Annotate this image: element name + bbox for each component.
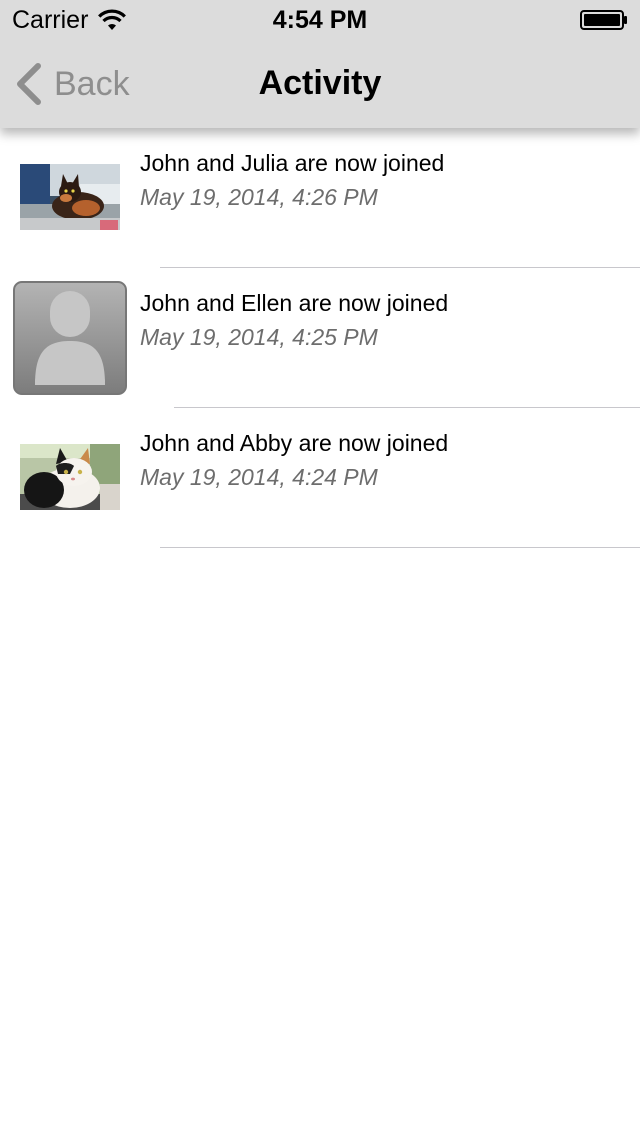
row-separator (160, 547, 640, 548)
activity-date: May 19, 2014, 4:26 PM (140, 184, 378, 210)
activity-title: John and Ellen are now joined (140, 290, 449, 316)
avatar (13, 281, 127, 395)
header: Carrier 4:54 PM Back Activity (0, 0, 640, 128)
clock: 4:54 PM (272, 6, 368, 34)
navigation-bar: Back Activity (0, 40, 640, 128)
list-item[interactable]: John and Julia are now joined May 19, 20… (0, 128, 640, 268)
battery-icon (580, 10, 627, 30)
cat-photo-icon (20, 444, 120, 510)
status-bar: Carrier 4:54 PM (0, 0, 640, 40)
activity-title: John and Abby are now joined (140, 430, 449, 456)
avatar (20, 164, 120, 230)
activity-date: May 19, 2014, 4:25 PM (140, 324, 378, 350)
activity-screen: Carrier 4:54 PM Back Activity John and J… (0, 0, 640, 1136)
cat-photo-icon (20, 164, 120, 230)
avatar (20, 444, 120, 510)
activity-date: May 19, 2014, 4:24 PM (140, 464, 378, 490)
page-title: Activity (258, 64, 382, 102)
person-placeholder-icon (13, 281, 127, 395)
list-item[interactable]: John and Ellen are now joined May 19, 20… (0, 268, 640, 408)
activity-title: John and Julia are now joined (140, 150, 445, 176)
activity-list: John and Julia are now joined May 19, 20… (0, 128, 640, 548)
list-item[interactable]: John and Abby are now joined May 19, 201… (0, 408, 640, 548)
